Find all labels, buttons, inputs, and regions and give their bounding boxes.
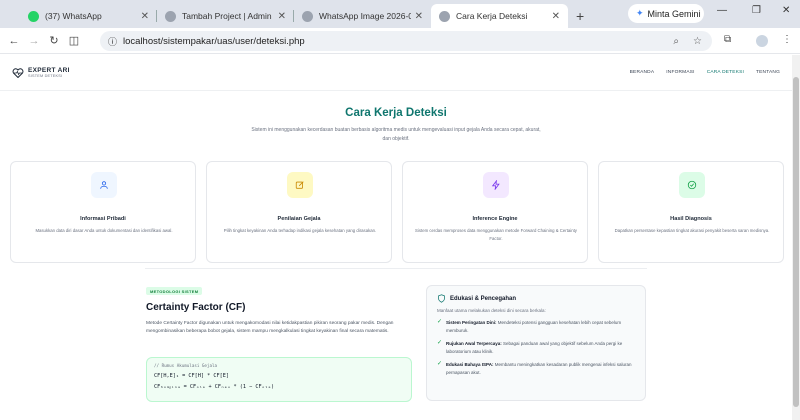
address-row: ← → ↻ ◫ ⓘ localhost/sistempakar/uas/user… bbox=[0, 28, 800, 54]
step-card-informasi-pribadi: Informasi Pribadi Masukkan data diri das… bbox=[10, 161, 196, 263]
menu-informasi[interactable]: INFORMASI bbox=[666, 70, 694, 75]
section-divider bbox=[145, 268, 647, 269]
close-window-icon[interactable]: ✕ bbox=[782, 5, 790, 16]
tab-label: Tambah Project | Admin bbox=[182, 11, 272, 21]
whatsapp-icon bbox=[28, 10, 39, 22]
formula-line-1: CF[H,E]₁ = CF[H] * CF[E] bbox=[154, 373, 229, 379]
globe-icon bbox=[165, 10, 176, 22]
card-title: Inference Engine bbox=[472, 216, 518, 222]
split-view-icon[interactable]: ◫ bbox=[64, 34, 84, 47]
sparkle-icon: ✦ bbox=[636, 8, 644, 18]
globe-icon bbox=[439, 10, 450, 22]
formula-line-2: CFₕₒₘᵦᵢₙₐ = CFₒₗₔ + CFₙₑᵤ * (1 − CFₒₗₔ) bbox=[154, 384, 275, 390]
close-icon[interactable]: ✕ bbox=[415, 11, 423, 22]
tab-whatsapp-image[interactable]: WhatsApp Image 2026-08- ✕ bbox=[294, 4, 431, 28]
bolt-icon bbox=[483, 172, 509, 198]
close-icon[interactable]: ✕ bbox=[552, 11, 560, 22]
list-item: ✓ Edukasi Bahaya ISPA: Membantu meningka… bbox=[437, 361, 635, 376]
heartbeat-icon bbox=[12, 67, 24, 78]
address-bar[interactable]: ⓘ localhost/sistempakar/uas/user/deteksi… bbox=[100, 31, 712, 51]
shield-icon bbox=[438, 294, 445, 303]
menu-kebab-icon[interactable]: ⋮ bbox=[782, 34, 792, 45]
method-desc: Metode Certainty Factor digunakan untuk … bbox=[146, 321, 394, 335]
list-item: ✓ Rujukan Awal Terpercaya: Sebagai pandu… bbox=[437, 340, 635, 355]
check-icon: ✓ bbox=[437, 319, 443, 325]
close-icon[interactable]: ✕ bbox=[278, 11, 286, 22]
item-bold: Edukasi Bahaya ISPA: bbox=[446, 362, 494, 367]
tab-cara-kerja-deteksi[interactable]: Cara Kerja Deteksi ✕ bbox=[431, 4, 568, 28]
new-tab-button[interactable]: + bbox=[576, 8, 584, 24]
education-intro: Manfaat utama melakukan deteksi dini sec… bbox=[437, 308, 546, 313]
minimize-icon[interactable]: — bbox=[717, 5, 727, 16]
edit-icon bbox=[287, 172, 313, 198]
scrollbar-thumb[interactable] bbox=[793, 77, 799, 407]
method-title: Certainty Factor (CF) bbox=[146, 302, 246, 313]
brand-logo[interactable]: EXPERT ARI SISTEM DETEKSI bbox=[12, 67, 70, 78]
avatar[interactable] bbox=[756, 35, 768, 47]
site-info-icon[interactable]: ⓘ bbox=[108, 35, 117, 48]
item-bold: Sistem Peringatan Dini: bbox=[446, 320, 497, 325]
card-desc: Dapatkan persentase kepastian tingkat ak… bbox=[614, 228, 770, 233]
close-icon[interactable]: ✕ bbox=[141, 11, 149, 22]
formula-box: // Rumus Akumulasi Gejala CF[H,E]₁ = CF[… bbox=[146, 357, 412, 402]
brand-name: EXPERT ARI bbox=[28, 67, 70, 74]
forward-icon[interactable]: → bbox=[24, 35, 44, 47]
back-icon[interactable]: ← bbox=[4, 35, 24, 47]
tab-label: Cara Kerja Deteksi bbox=[456, 11, 528, 21]
tab-label: WhatsApp Image 2026-08- bbox=[319, 11, 411, 21]
bookmark-star-icon[interactable]: ☆ bbox=[693, 36, 702, 47]
zoom-icon[interactable]: ⌕ bbox=[673, 36, 679, 47]
gemini-button[interactable]: ✦ Minta Gemini bbox=[628, 4, 704, 23]
check-icon: ✓ bbox=[437, 361, 443, 367]
url-text: localhost/sistempakar/uas/user/deteksi.p… bbox=[123, 35, 305, 47]
card-title: Informasi Pribadi bbox=[80, 216, 126, 222]
page-subtitle: Sistem ini menggunakan kecerdasan buatan… bbox=[251, 127, 541, 142]
page-content: EXPERT ARI SISTEM DETEKSI BERANDA INFORM… bbox=[0, 55, 792, 420]
formula-comment: // Rumus Akumulasi Gejala bbox=[154, 363, 218, 368]
step-card-penilaian-gejala: Penilaian Gejala Pilih tingkat keyakinan… bbox=[206, 161, 392, 263]
tab-label: (37) WhatsApp bbox=[45, 11, 102, 21]
card-title: Hasil Diagnosis bbox=[670, 216, 712, 222]
step-card-inference-engine: Inference Engine Sistem cerdas memproses… bbox=[402, 161, 588, 263]
extensions-icon[interactable]: ⧉ bbox=[724, 34, 731, 45]
education-header: Edukasi & Pencegahan bbox=[437, 294, 635, 303]
card-desc: Pilih tingkat keyakinan Anda terhadap in… bbox=[223, 228, 377, 233]
list-item: ✓ Sistem Peringatan Dini: Mendeteksi pot… bbox=[437, 319, 635, 334]
education-title: Edukasi & Pencegahan bbox=[450, 295, 517, 302]
step-card-hasil-diagnosis: Hasil Diagnosis Dapatkan persentase kepa… bbox=[598, 161, 784, 263]
steps-cards: Informasi Pribadi Masukkan data diri das… bbox=[10, 161, 784, 263]
gemini-label: Minta Gemini bbox=[647, 8, 701, 19]
card-desc: Masukkan data diri dasar Anda untuk doku… bbox=[35, 228, 173, 233]
reload-icon[interactable]: ↻ bbox=[44, 34, 64, 47]
main-menu: BERANDA INFORMASI CARA DETEKSI TENTANG bbox=[630, 70, 780, 75]
brand-subtitle: SISTEM DETEKSI bbox=[28, 74, 63, 78]
maximize-icon[interactable]: ❐ bbox=[752, 5, 761, 16]
item-bold: Rujukan Awal Terpercaya: bbox=[446, 341, 502, 346]
tab-tambah-project[interactable]: Tambah Project | Admin ✕ bbox=[157, 4, 294, 28]
card-desc: Sistem cerdas memproses data menggunakan… bbox=[415, 228, 577, 241]
education-panel: Edukasi & Pencegahan Manfaat utama melak… bbox=[426, 285, 646, 401]
tab-whatsapp[interactable]: (37) WhatsApp ✕ bbox=[20, 4, 157, 28]
menu-beranda[interactable]: BERANDA bbox=[630, 70, 655, 75]
page-title: Cara Kerja Deteksi bbox=[345, 107, 447, 119]
menu-tentang[interactable]: TENTANG bbox=[756, 70, 780, 75]
page-scrollbar[interactable] bbox=[792, 55, 800, 420]
user-icon bbox=[91, 172, 117, 198]
check-circle-icon bbox=[679, 172, 705, 198]
card-title: Penilaian Gejala bbox=[277, 216, 321, 222]
method-badge: METODOLOGI SISTEM bbox=[146, 287, 203, 295]
site-navbar: EXPERT ARI SISTEM DETEKSI BERANDA INFORM… bbox=[0, 55, 792, 91]
menu-cara-deteksi[interactable]: CARA DETEKSI bbox=[707, 70, 744, 75]
check-icon: ✓ bbox=[437, 340, 443, 346]
globe-icon bbox=[302, 10, 313, 22]
